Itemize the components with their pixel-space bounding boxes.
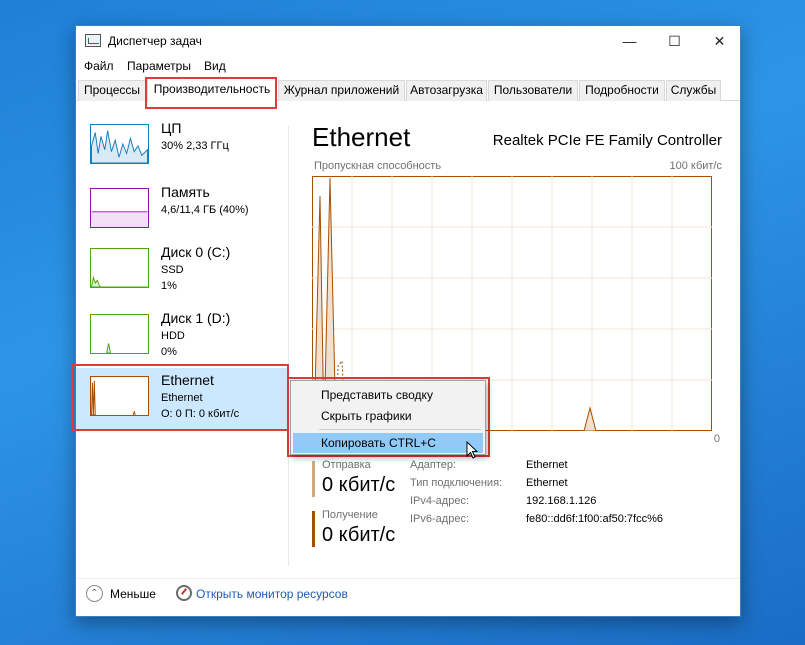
sidebar-item-cpu[interactable]: ЦП 30% 2,33 ГГц bbox=[76, 116, 288, 180]
network-graph-icon bbox=[90, 376, 149, 416]
resource-monitor-icon bbox=[176, 585, 192, 601]
info-label: Тип подключения: bbox=[410, 477, 503, 489]
menu-item-copy[interactable]: Копировать CTRL+C bbox=[293, 433, 483, 453]
title-bar[interactable]: Диспетчер задач — ☐ ✕ bbox=[76, 26, 740, 56]
menu-separator bbox=[319, 429, 481, 430]
resource-sidebar: ЦП 30% 2,33 ГГц Память 4,6/11,4 ГБ (40%)… bbox=[76, 102, 288, 572]
sidebar-item-detail: 30% 2,33 ГГц bbox=[161, 140, 229, 152]
menu-item-summary-view[interactable]: Представить сводку bbox=[293, 385, 483, 405]
sidebar-item-usage: 1% bbox=[161, 280, 177, 292]
task-manager-icon bbox=[85, 34, 101, 47]
tab-performance[interactable]: Производительность bbox=[147, 78, 277, 102]
page-title: Ethernet bbox=[312, 122, 411, 152]
info-value: Ethernet bbox=[526, 459, 568, 471]
minimize-button[interactable]: — bbox=[607, 26, 652, 56]
sidebar-item-detail: Ethernet bbox=[161, 392, 203, 404]
sidebar-item-memory[interactable]: Память 4,6/11,4 ГБ (40%) bbox=[76, 180, 288, 244]
info-value: 192.168.1.126 bbox=[526, 495, 597, 507]
disk-graph-icon bbox=[90, 314, 149, 354]
graph-min-label: 0 bbox=[713, 433, 720, 445]
window-title: Диспетчер задач bbox=[108, 34, 202, 48]
mouse-cursor-icon bbox=[466, 441, 478, 459]
sidebar-item-disk-0[interactable]: Диск 0 (C:) SSD 1% bbox=[76, 240, 288, 304]
send-value: 0 кбит/с bbox=[322, 474, 396, 496]
sidebar-item-label: Диск 0 (C:) bbox=[161, 244, 231, 260]
ethernet-detail-panel: Ethernet Realtek PCIe FE Family Controll… bbox=[312, 116, 722, 566]
maximize-button[interactable]: ☐ bbox=[652, 26, 697, 56]
tab-details[interactable]: Подробности bbox=[579, 80, 665, 101]
chevron-up-icon[interactable]: ⌃ bbox=[86, 585, 103, 602]
tab-app-history[interactable]: Журнал приложений bbox=[278, 80, 405, 101]
task-manager-window: Диспетчер задач — ☐ ✕ Файл Параметры Вид… bbox=[75, 25, 741, 617]
receive-label: Получение bbox=[322, 509, 378, 521]
tab-strip: Процессы Производительность Журнал прило… bbox=[76, 78, 740, 102]
info-value: Ethernet bbox=[526, 477, 568, 489]
sidebar-item-disk-1[interactable]: Диск 1 (D:) HDD 0% bbox=[76, 306, 288, 370]
sidebar-item-detail: 4,6/11,4 ГБ (40%) bbox=[161, 204, 249, 216]
menu-bar: Файл Параметры Вид bbox=[76, 56, 740, 76]
menu-file[interactable]: Файл bbox=[84, 59, 114, 73]
tab-startup[interactable]: Автозагрузка bbox=[406, 80, 487, 101]
sidebar-item-detail: SSD bbox=[161, 264, 184, 276]
graph-label: Пропускная способность bbox=[314, 160, 442, 172]
tab-users[interactable]: Пользователи bbox=[488, 80, 578, 101]
menu-view[interactable]: Вид bbox=[204, 59, 226, 73]
receive-indicator bbox=[312, 511, 315, 547]
sidebar-item-usage: О: 0 П: 0 кбит/с bbox=[161, 408, 240, 420]
sidebar-item-label: Ethernet bbox=[161, 372, 214, 388]
tab-services[interactable]: Службы bbox=[666, 80, 721, 101]
open-resource-monitor-link[interactable]: Открыть монитор ресурсов bbox=[196, 587, 348, 601]
menu-options[interactable]: Параметры bbox=[127, 59, 191, 73]
info-value: fe80::dd6f:1f00:af50:7fcc%6 bbox=[526, 513, 663, 525]
sidebar-item-detail: HDD bbox=[161, 330, 185, 342]
adapter-name: Realtek PCIe FE Family Controller bbox=[492, 132, 722, 149]
info-label: IPv4-адрес: bbox=[410, 495, 470, 507]
cpu-graph-icon bbox=[90, 124, 149, 164]
context-menu: Представить сводку Скрыть графики Копиро… bbox=[290, 380, 486, 455]
info-label: IPv6-адрес: bbox=[410, 513, 470, 525]
sidebar-item-label: Память bbox=[161, 184, 210, 200]
info-label: Адаптер: bbox=[410, 459, 457, 471]
receive-value: 0 кбит/с bbox=[322, 524, 396, 546]
menu-item-hide-graphs[interactable]: Скрыть графики bbox=[293, 406, 483, 426]
disk-graph-icon bbox=[90, 248, 149, 288]
sidebar-item-ethernet[interactable]: Ethernet Ethernet О: 0 П: 0 кбит/с bbox=[76, 368, 288, 430]
send-indicator bbox=[312, 461, 315, 497]
close-button[interactable]: ✕ bbox=[697, 26, 742, 56]
tab-processes[interactable]: Процессы bbox=[78, 80, 146, 101]
sidebar-item-usage: 0% bbox=[161, 346, 177, 358]
graph-max-label: 100 кбит/с bbox=[669, 160, 722, 172]
send-label: Отправка bbox=[322, 459, 371, 471]
memory-graph-icon bbox=[90, 188, 149, 228]
sidebar-item-label: ЦП bbox=[161, 120, 182, 136]
fewer-details-button[interactable]: Меньше bbox=[110, 587, 156, 601]
panel-divider bbox=[288, 126, 289, 566]
footer-bar: ⌃ Меньше Открыть монитор ресурсов bbox=[76, 578, 740, 608]
sidebar-item-label: Диск 1 (D:) bbox=[161, 310, 231, 326]
